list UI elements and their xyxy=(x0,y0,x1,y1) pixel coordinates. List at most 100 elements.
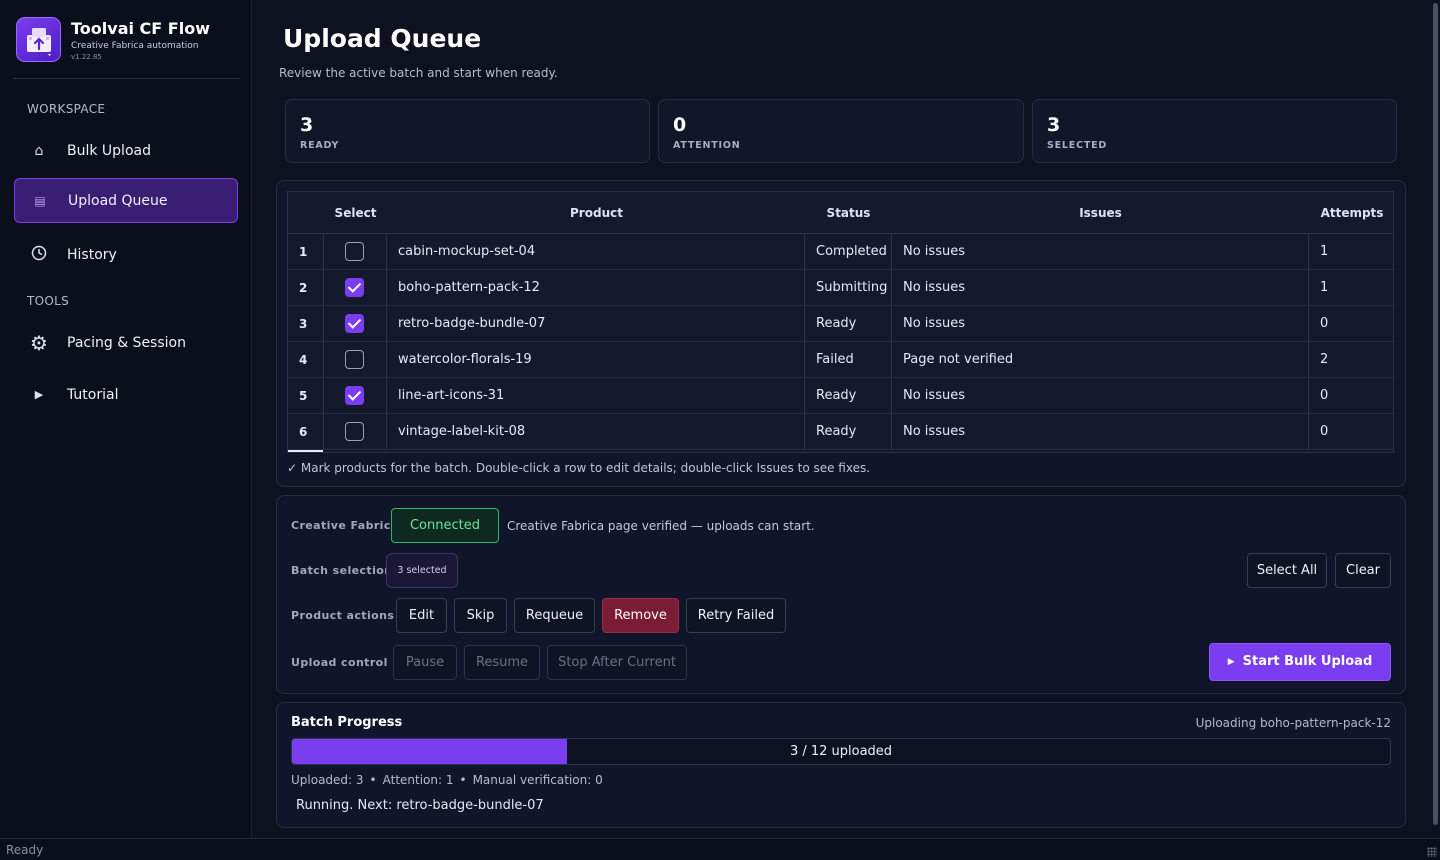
manual-verification-count: Manual verification: 0 xyxy=(472,773,603,787)
product-name: vintage-label-kit-08 xyxy=(398,424,526,439)
clear-button[interactable]: Clear xyxy=(1335,553,1391,588)
table-row[interactable]: 1 cabin-mockup-set-04 Completed No issues 1 xyxy=(288,234,1393,270)
table-row[interactable]: 2 boho-pattern-pack-12 Submitting No issues… xyxy=(288,270,1393,306)
pause-button[interactable]: Pause xyxy=(393,645,457,680)
table-row[interactable]: 4 watercolor-florals-19 Failed Page not ver… xyxy=(288,342,1393,378)
product-name: watercolor-florals-19 xyxy=(398,352,532,367)
status-text: Ready xyxy=(6,843,44,857)
issues-cell[interactable]: No issues xyxy=(903,414,965,450)
row-number: 5 xyxy=(299,389,308,403)
skip-button[interactable]: Skip xyxy=(454,598,507,633)
sidebar-item-label: Tutorial xyxy=(67,386,119,403)
attempts-cell: 0 xyxy=(1320,424,1329,439)
issues-cell[interactable]: No issues xyxy=(903,234,965,270)
page-subtitle: Review the active batch and start when r… xyxy=(279,66,558,80)
row-select-checkbox[interactable] xyxy=(345,242,364,261)
attempts-cell: 2 xyxy=(1320,352,1329,367)
app-version: v1.22.85 xyxy=(71,53,102,61)
header-attempts[interactable]: Attempts xyxy=(1309,192,1393,234)
app-title: Toolvai CF Flow xyxy=(71,19,210,38)
current-row-indicator xyxy=(288,450,323,452)
sidebar-item-tutorial[interactable]: ▶ Tutorial xyxy=(14,372,238,417)
attempts-cell: 1 xyxy=(1320,244,1329,259)
selected-count-badge: 3 selected xyxy=(386,553,458,588)
issues-cell[interactable]: No issues xyxy=(903,270,965,306)
batch-selection-label: Batch selection xyxy=(291,564,393,577)
upload-box-icon xyxy=(27,28,51,56)
start-bulk-upload-label: Start Bulk Upload xyxy=(1242,654,1373,669)
sidebar-item-label: Bulk Upload xyxy=(67,142,151,159)
stop-after-current-button[interactable]: Stop After Current xyxy=(547,645,687,680)
progress-status: Running. Next: retro-badge-bundle-07 xyxy=(296,798,544,813)
table-header: Select Product Status Issues Attempts xyxy=(288,192,1393,234)
select-all-button[interactable]: Select All xyxy=(1247,553,1327,588)
row-number: 4 xyxy=(299,353,308,367)
progress-text: 3 / 12 uploaded xyxy=(789,744,893,759)
sidebar-item-history[interactable]: History xyxy=(14,232,238,277)
status-cell: Ready xyxy=(816,388,857,403)
resize-grip-icon[interactable] xyxy=(1427,847,1437,857)
page-title: Upload Queue xyxy=(283,24,482,53)
sidebar-item-bulk-upload[interactable]: ⌂ Bulk Upload xyxy=(14,128,238,173)
header-issues[interactable]: Issues xyxy=(892,192,1309,234)
sidebar-item-upload-queue[interactable]: ▤ Upload Queue xyxy=(14,178,238,223)
status-bar: Ready xyxy=(0,838,1440,860)
stat-label: READY xyxy=(300,140,340,151)
row-number: 6 xyxy=(299,425,308,439)
connection-status-badge: Connected xyxy=(391,508,499,543)
stat-value: 0 xyxy=(673,114,687,136)
row-select-checkbox[interactable] xyxy=(345,386,364,405)
status-cell: Ready xyxy=(816,316,857,331)
retry-failed-button[interactable]: Retry Failed xyxy=(686,598,786,633)
row-number: 3 xyxy=(299,317,308,331)
edit-button[interactable]: Edit xyxy=(396,598,447,633)
table-row[interactable]: 3 retro-badge-bundle-07 Ready No issues 0 xyxy=(288,306,1393,342)
progress-stats: Uploaded: 3 • Attention: 1 • Manual verifica… xyxy=(291,773,603,787)
product-name: retro-badge-bundle-07 xyxy=(398,316,546,331)
sidebar: Toolvai CF Flow Creative Fabrica automat… xyxy=(0,0,252,838)
row-select-checkbox[interactable] xyxy=(345,350,364,369)
queue-table: Select Product Status Issues Attempts 1 c… xyxy=(287,191,1394,453)
stat-label: ATTENTION xyxy=(673,140,741,151)
issues-cell[interactable]: No issues xyxy=(903,306,965,342)
issues-cell[interactable]: Page not verified xyxy=(903,342,1013,378)
stat-label: SELECTED xyxy=(1047,140,1108,151)
product-name: boho-pattern-pack-12 xyxy=(398,280,540,295)
status-cell: Completed xyxy=(816,244,887,259)
attention-count: Attention: 1 xyxy=(382,773,454,787)
status-cell: Submitting xyxy=(816,280,888,295)
tools-section-label: TOOLS xyxy=(27,294,70,308)
issues-cell[interactable]: No issues xyxy=(903,378,965,414)
row-select-checkbox[interactable] xyxy=(345,422,364,441)
attempts-cell: 0 xyxy=(1320,388,1329,403)
connection-note: Creative Fabrica page verified — uploads… xyxy=(507,519,815,533)
scrollbar-thumb[interactable] xyxy=(1433,3,1438,825)
upload-control-label: Upload control xyxy=(291,656,388,669)
attempts-cell: 0 xyxy=(1320,316,1329,331)
progress-title: Batch Progress xyxy=(291,715,403,730)
sidebar-divider xyxy=(13,78,240,79)
remove-button[interactable]: Remove xyxy=(602,598,679,633)
table-hint: ✓ Mark products for the batch. Double-cl… xyxy=(287,461,871,475)
start-bulk-upload-button[interactable]: ▶ Start Bulk Upload xyxy=(1209,643,1391,681)
home-icon: ⌂ xyxy=(34,142,44,159)
requeue-button[interactable]: Requeue xyxy=(514,598,595,633)
row-select-checkbox[interactable] xyxy=(345,314,364,333)
sidebar-item-pacing-session[interactable]: ⚙ Pacing & Session xyxy=(14,320,238,365)
app-subtitle: Creative Fabrica automation xyxy=(71,41,199,51)
stat-value: 3 xyxy=(300,114,314,136)
stat-card-ready: 3 READY xyxy=(285,99,650,163)
workspace-section-label: WORKSPACE xyxy=(27,102,106,116)
product-name: line-art-icons-31 xyxy=(398,388,505,403)
status-cell: Failed xyxy=(816,352,854,367)
header-select[interactable]: Select xyxy=(323,192,388,234)
header-status[interactable]: Status xyxy=(805,192,892,234)
brand: Toolvai CF Flow Creative Fabrica automat… xyxy=(16,17,210,62)
table-row[interactable]: 5 line-art-icons-31 Ready No issues 0 xyxy=(288,378,1393,414)
stat-card-selected: 3 SELECTED xyxy=(1032,99,1397,163)
header-product[interactable]: Product xyxy=(388,192,805,234)
row-select-checkbox[interactable] xyxy=(345,278,364,297)
table-row[interactable]: 6 vintage-label-kit-08 Ready No issues 0 xyxy=(288,414,1393,450)
resume-button[interactable]: Resume xyxy=(464,645,540,680)
list-icon: ▤ xyxy=(34,193,46,208)
